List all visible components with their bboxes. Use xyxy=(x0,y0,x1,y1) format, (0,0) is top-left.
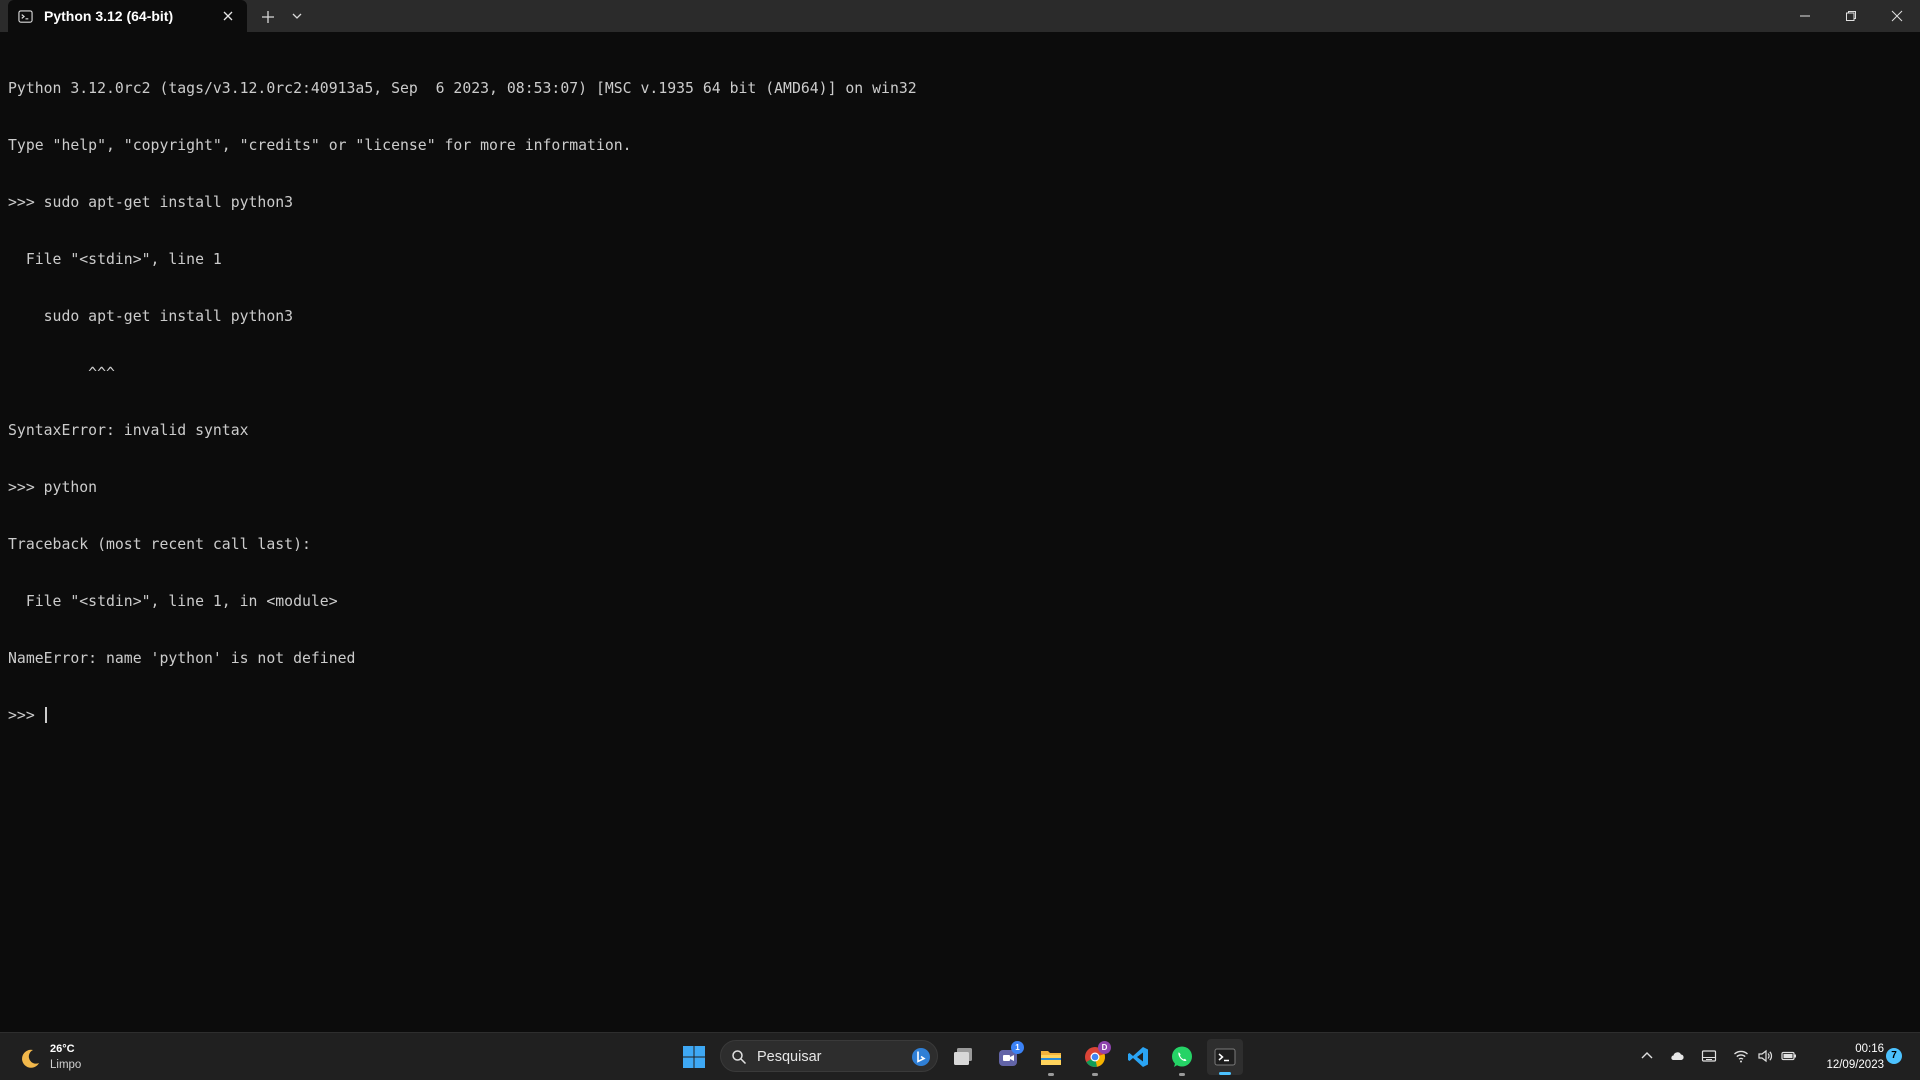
wifi-icon xyxy=(1734,1050,1748,1063)
terminal-line: SyntaxError: invalid syntax xyxy=(8,422,249,439)
input-indicator-button[interactable] xyxy=(1698,1044,1720,1068)
teams-badge: 1 xyxy=(1011,1041,1024,1054)
whatsapp-icon xyxy=(1172,1046,1192,1067)
clock[interactable]: 00:16 12/09/2023 xyxy=(1806,1041,1884,1073)
file-explorer-icon xyxy=(1041,1051,1061,1065)
close-tab-icon[interactable] xyxy=(221,9,235,23)
terminal-icon xyxy=(1214,1048,1236,1066)
terminal-line: Type "help", "copyright", "credits" or "… xyxy=(8,137,632,154)
terminal-line: NameError: name 'python' is not defined xyxy=(8,650,356,667)
task-view-button[interactable] xyxy=(945,1039,981,1075)
terminal-line: >>> python xyxy=(8,479,98,496)
clock-date: 12/09/2023 xyxy=(1826,1059,1884,1071)
terminal-line: Traceback (most recent call last): xyxy=(8,536,311,553)
weather-condition: Limpo xyxy=(50,1059,82,1071)
keyboard-icon xyxy=(1701,1050,1717,1062)
open-indicator xyxy=(1092,1073,1098,1076)
whatsapp-button[interactable] xyxy=(1164,1039,1200,1076)
start-button[interactable] xyxy=(676,1039,712,1075)
restore-icon xyxy=(1846,11,1856,21)
show-hidden-icons-button[interactable] xyxy=(1636,1044,1658,1068)
terminal-text: Python 3.12.0rc2 (tags/v3.12.0rc2:40913a… xyxy=(8,41,917,763)
volume-button[interactable] xyxy=(1754,1044,1776,1068)
active-indicator xyxy=(1219,1072,1231,1075)
weather-temp: 26°C xyxy=(50,1043,75,1055)
minimize-icon xyxy=(1800,15,1810,17)
network-button[interactable] xyxy=(1730,1044,1752,1068)
terminal-line: sudo apt-get install python3 xyxy=(8,308,294,325)
terminal-line: ^^^ xyxy=(8,365,115,382)
task-view-icon xyxy=(954,1048,972,1065)
terminal-line: >>> sudo apt-get install python3 xyxy=(8,194,294,211)
tab-python[interactable]: Python 3.12 (64-bit) xyxy=(8,0,247,32)
chrome-badge: D xyxy=(1098,1041,1111,1054)
search-icon xyxy=(732,1050,747,1065)
terminal-button[interactable] xyxy=(1207,1039,1243,1075)
notification-badge[interactable]: 7 xyxy=(1886,1048,1902,1064)
terminal-icon xyxy=(18,10,33,23)
maximize-button[interactable] xyxy=(1828,0,1874,32)
search-box[interactable]: Pesquisar xyxy=(720,1040,938,1072)
battery-icon xyxy=(1781,1051,1796,1061)
open-indicator xyxy=(1179,1073,1185,1076)
volume-icon xyxy=(1758,1049,1773,1063)
terminal-output[interactable]: Python 3.12.0rc2 (tags/v3.12.0rc2:40913a… xyxy=(0,32,1920,1032)
tab-title: Python 3.12 (64-bit) xyxy=(44,8,174,24)
teams-button[interactable]: 1 xyxy=(990,1039,1026,1075)
terminal-prompt-line[interactable]: >>> xyxy=(8,706,917,725)
start-icon xyxy=(683,1046,705,1068)
vscode-button[interactable] xyxy=(1120,1039,1156,1075)
terminal-prompt: >>> xyxy=(8,707,44,724)
close-icon xyxy=(1891,10,1903,22)
close-button[interactable] xyxy=(1874,0,1920,32)
weather-widget[interactable]: 26°C Limpo xyxy=(14,1041,124,1075)
new-tab-button[interactable] xyxy=(259,8,277,26)
chevron-down-icon[interactable] xyxy=(291,10,303,22)
terminal-line: File "<stdin>", line 1, in <module> xyxy=(8,593,338,610)
terminal-line: File "<stdin>", line 1 xyxy=(8,251,222,268)
text-cursor xyxy=(44,707,47,723)
open-indicator xyxy=(1048,1073,1054,1076)
chevron-up-icon xyxy=(1641,1052,1653,1059)
terminal-line: Python 3.12.0rc2 (tags/v3.12.0rc2:40913a… xyxy=(8,80,917,97)
moon-icon xyxy=(22,1049,39,1068)
vscode-icon xyxy=(1128,1047,1148,1067)
search-placeholder: Pesquisar xyxy=(757,1049,822,1065)
bing-icon[interactable] xyxy=(911,1047,931,1067)
title-bar: Python 3.12 (64-bit) xyxy=(0,0,1920,32)
onedrive-button[interactable] xyxy=(1666,1044,1688,1068)
chrome-button[interactable]: D xyxy=(1077,1039,1113,1076)
minimize-button[interactable] xyxy=(1782,0,1828,32)
clock-time: 00:16 xyxy=(1855,1043,1884,1055)
cloud-icon xyxy=(1671,1052,1684,1060)
file-explorer-button[interactable] xyxy=(1033,1039,1069,1076)
battery-button[interactable] xyxy=(1778,1044,1800,1068)
